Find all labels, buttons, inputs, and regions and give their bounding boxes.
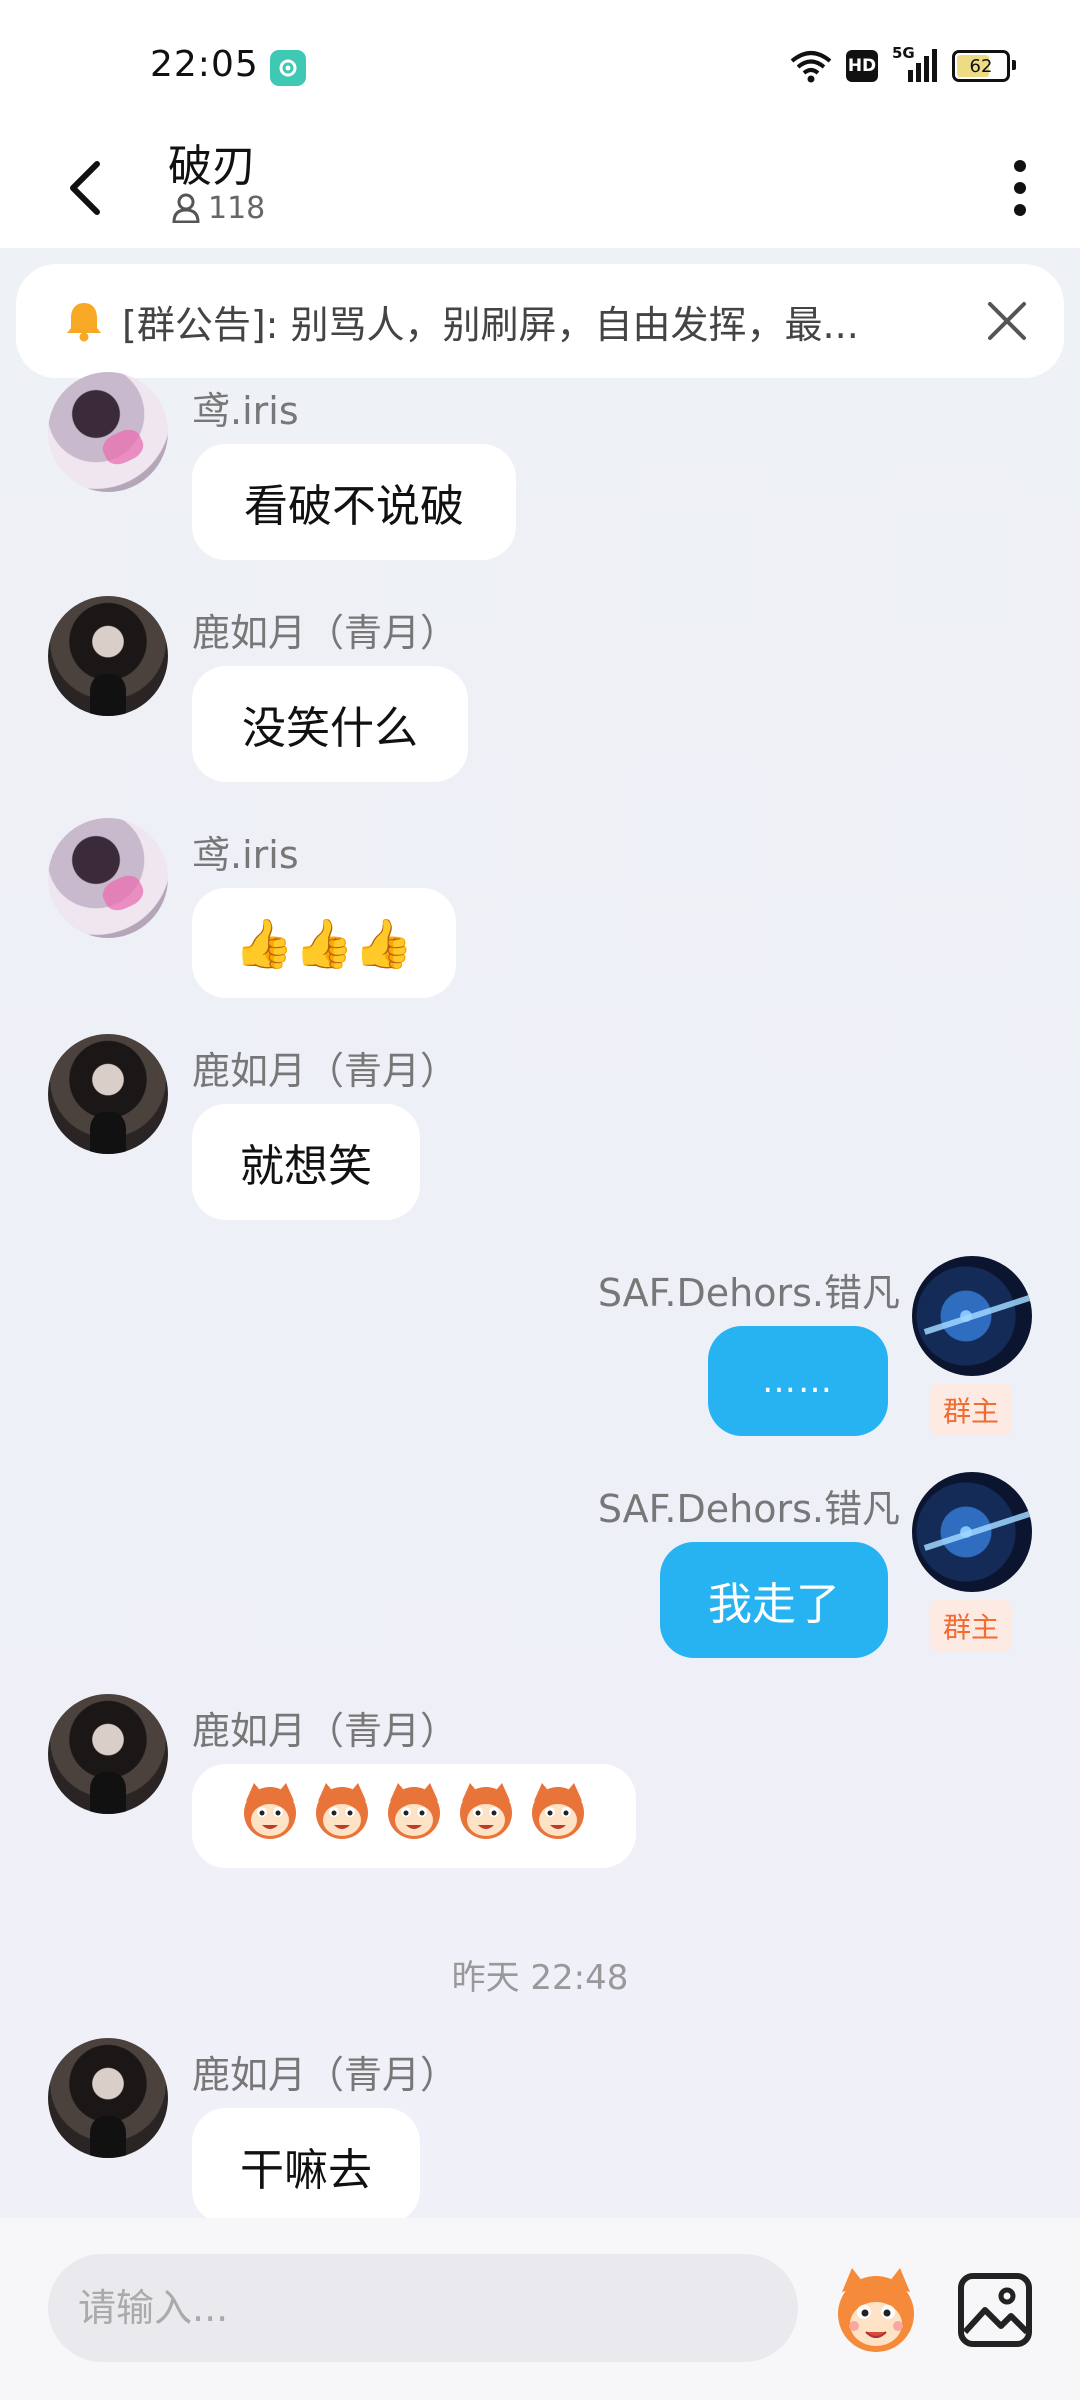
- monkey-sticker-icon: [316, 1782, 368, 1839]
- signal-icon: 5G: [892, 44, 938, 84]
- status-time: 22:05: [150, 44, 259, 85]
- back-chevron-icon: [70, 161, 100, 215]
- group-title: 破刃: [168, 141, 256, 192]
- chat-header: 破刃 118: [0, 130, 1080, 248]
- status-indicators: HD 5G 62: [790, 44, 1016, 86]
- notice-text: [群公告]: 别骂人，别刷屏，自由发挥，最...: [122, 302, 859, 347]
- more-vertical-icon: [1014, 160, 1026, 172]
- wifi-icon: [790, 51, 832, 83]
- person-icon: [172, 193, 200, 223]
- message-bubble[interactable]: 我走了: [660, 1542, 888, 1658]
- input-bar: [0, 2218, 1080, 2400]
- sender-name: 鹿如月（青月）: [192, 611, 459, 655]
- avatar[interactable]: [912, 1472, 1032, 1592]
- message-bubble[interactable]: 👍👍👍: [192, 888, 456, 998]
- sticker-row: [234, 1779, 594, 1854]
- monkey-sticker-icon: [460, 1782, 512, 1839]
- sender-name: 鸢.iris: [192, 833, 299, 877]
- avatar[interactable]: [48, 596, 168, 716]
- group-owner-badge: 群主: [930, 1384, 1012, 1436]
- bell-icon: [67, 303, 101, 342]
- hd-badge: HD: [846, 50, 878, 82]
- monkey-sticker-icon: [532, 1782, 584, 1839]
- image-icon[interactable]: [955, 2270, 1035, 2350]
- status-bar: 22:05 HD 5G 62: [0, 0, 1080, 130]
- member-count-value: 118: [208, 190, 266, 226]
- sticker-bubble[interactable]: [192, 1764, 636, 1868]
- avatar[interactable]: [912, 1256, 1032, 1376]
- avatar[interactable]: [48, 372, 168, 492]
- sender-name: 鹿如月（青月）: [192, 1709, 459, 1753]
- sender-name: 鹿如月（青月）: [192, 1049, 459, 1093]
- monkey-sticker-icon: [244, 1782, 296, 1839]
- message-bubble[interactable]: 看破不说破: [192, 444, 516, 560]
- message-bubble[interactable]: 没笑什么: [192, 666, 468, 782]
- group-notice-banner[interactable]: [群公告]: 别骂人，别刷屏，自由发挥，最...: [16, 264, 1064, 378]
- close-icon[interactable]: [980, 294, 1034, 348]
- message-input[interactable]: [48, 2254, 798, 2362]
- member-count[interactable]: 118: [172, 190, 265, 226]
- monkey-sticker-icon: [388, 1782, 440, 1839]
- avatar[interactable]: [48, 2038, 168, 2158]
- app-notification-icon: [270, 50, 306, 86]
- message-bubble[interactable]: 干嘛去: [192, 2108, 420, 2224]
- avatar[interactable]: [48, 818, 168, 938]
- sender-name: 鸢.iris: [192, 389, 299, 433]
- battery-icon: 62: [952, 50, 1016, 82]
- emoji-sticker-icon[interactable]: [828, 2262, 924, 2358]
- sender-name: SAF.Dehors.错凡: [597, 1271, 900, 1315]
- more-options-button[interactable]: [990, 148, 1050, 228]
- message-timestamp: 昨天 22:48: [451, 1958, 629, 1998]
- avatar[interactable]: [48, 1694, 168, 1814]
- sender-name: 鹿如月（青月）: [192, 2053, 459, 2097]
- battery-level: 62: [969, 55, 993, 77]
- sender-name: SAF.Dehors.错凡: [597, 1487, 900, 1531]
- avatar[interactable]: [48, 1034, 168, 1154]
- group-owner-badge: 群主: [930, 1600, 1012, 1652]
- message-bubble[interactable]: 就想笑: [192, 1104, 420, 1220]
- message-bubble[interactable]: ……: [708, 1326, 888, 1436]
- back-button[interactable]: [50, 150, 120, 226]
